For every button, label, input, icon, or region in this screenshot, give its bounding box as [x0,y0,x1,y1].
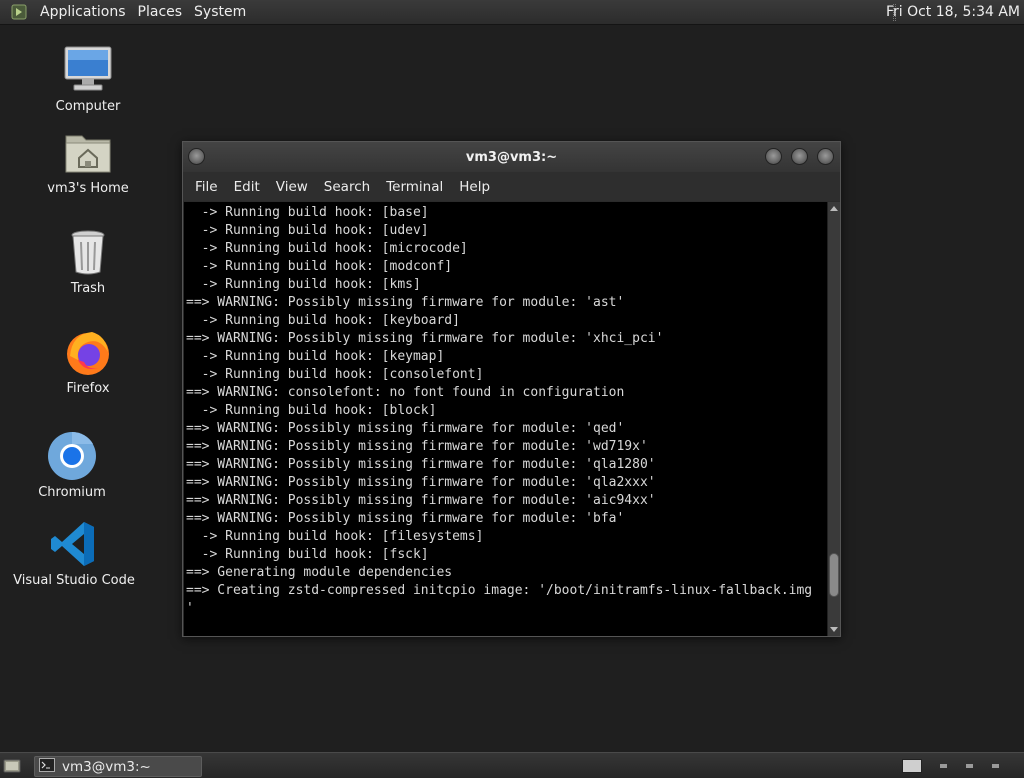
terminal-line: ==> WARNING: Possibly missing firmware f… [186,439,648,454]
terminal-line: -> Running build hook: [keymap] [186,349,445,364]
trash-icon [62,226,114,278]
terminal-line: ==> Generating module dependencies [186,565,453,580]
bottom-panel: vm3@vm3:~ [0,752,1024,778]
chromium-icon [46,430,98,482]
menu-terminal[interactable]: Terminal [378,179,451,195]
terminal-line: ==> WARNING: Possibly missing firmware f… [186,493,656,508]
desktop-icon-label: vm3's Home [47,181,129,196]
desktop-icon-chromium[interactable]: Chromium [12,430,132,500]
menu-applications[interactable]: Applications [34,4,132,20]
desktop-icon-vscode[interactable]: Visual Studio Code [13,518,135,588]
applications-logo-icon[interactable] [10,3,28,21]
terminal-line: ==> WARNING: Possibly missing firmware f… [186,421,625,436]
menu-edit[interactable]: Edit [226,179,268,195]
terminal-line: ==> Creating zstd-compressed initcpio im… [186,583,813,598]
minimize-button[interactable] [765,148,782,165]
maximize-button[interactable] [791,148,808,165]
menu-search[interactable]: Search [316,179,378,195]
terminal-line: ==> WARNING: Possibly missing firmware f… [186,457,656,472]
terminal-line: -> Running build hook: [block] [186,403,437,418]
firefox-icon [62,326,114,378]
menu-help[interactable]: Help [451,179,498,195]
desktop-icon-firefox[interactable]: Firefox [28,326,148,396]
terminal-line: -> Running build hook: [keyboard] [186,313,460,328]
terminal-line: -> Running build hook: [udev] [186,223,429,238]
workspace-2[interactable] [940,764,947,768]
window-title: vm3@vm3:~ [465,150,558,165]
terminal-scrollbar[interactable] [827,202,840,636]
home-folder-icon [62,126,114,178]
taskbar-terminal-button[interactable]: vm3@vm3:~ [34,756,202,777]
workspace-1[interactable] [902,759,922,773]
terminal-line: -> Running build hook: [modconf] [186,259,453,274]
desktop-icon-trash[interactable]: Trash [28,226,148,296]
terminal-output[interactable]: -> Running build hook: [base] -> Running… [184,202,827,636]
desktop-icon-label: Trash [70,281,106,296]
menu-places[interactable]: Places [132,4,189,20]
terminal-menubar: File Edit View Search Terminal Help [183,172,840,201]
terminal-line: ==> WARNING: consolefont: no font found … [186,385,625,400]
desktop-icon-label: Chromium [38,485,106,500]
terminal-line: -> Running build hook: [kms] [186,277,421,292]
top-panel: Applications Places System Fri Oct 18, 5… [0,0,1024,25]
terminal-line: ==> WARNING: Possibly missing firmware f… [186,511,625,526]
terminal-line: ==> WARNING: Possibly missing firmware f… [186,331,664,346]
desktop-icon-label: Computer [55,99,121,114]
terminal-line: ' [186,601,194,616]
clock[interactable]: Fri Oct 18, 5:34 AM [886,4,1020,20]
workspace-3[interactable] [966,764,973,768]
desktop-icon-label: Firefox [66,381,110,396]
vscode-icon [48,518,100,570]
menu-view[interactable]: View [268,179,316,195]
terminal-window[interactable]: vm3@vm3:~ File Edit View Search Terminal… [182,141,841,637]
desktop-icon-label: Visual Studio Code [13,573,135,588]
terminal-line: ==> WARNING: Possibly missing firmware f… [186,475,656,490]
window-titlebar[interactable]: vm3@vm3:~ [183,142,840,172]
menu-file[interactable]: File [187,179,226,195]
scroll-down-arrow-icon[interactable] [830,627,838,632]
menu-system[interactable]: System [188,4,252,20]
terminal-line: -> Running build hook: [filesystems] [186,529,484,544]
computer-icon [62,44,114,96]
taskbar-task-label: vm3@vm3:~ [62,758,151,775]
terminal-icon [39,757,55,776]
scrollbar-thumb[interactable] [829,552,839,597]
terminal-line: -> Running build hook: [fsck] [186,547,429,562]
show-desktop-icon[interactable] [3,757,21,774]
terminal-line: -> Running build hook: [microcode] [186,241,468,256]
desktop-icon-home[interactable]: vm3's Home [28,126,148,196]
terminal-line: -> Running build hook: [base] [186,205,429,220]
workspace-4[interactable] [992,764,999,768]
terminal-line: -> Running build hook: [consolefont] [186,367,484,382]
close-button[interactable] [817,148,834,165]
desktop-icon-computer[interactable]: Computer [28,44,148,114]
scroll-up-arrow-icon[interactable] [830,206,838,211]
terminal-line: ==> WARNING: Possibly missing firmware f… [186,295,625,310]
